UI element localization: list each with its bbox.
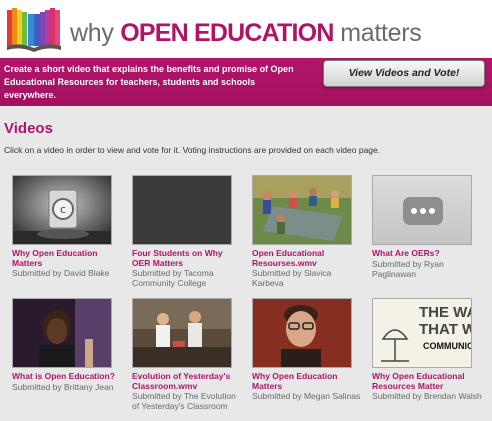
video-card: Open Educational Resourses.wmv Submitted… [252,175,362,288]
video-card: What Are OERs? Submitted by Ryan Paglina… [372,175,482,279]
video-card: Four Students on Why OER Matters Submitt… [132,175,242,288]
video-thumbnail[interactable] [12,298,112,368]
svg-text:c: c [60,203,66,216]
video-submitter: Submitted by Slavica Karbeva [252,268,332,288]
video-thumbnail-image: c [13,176,111,244]
video-card: What is Open Education? Submitted by Bri… [12,298,122,392]
video-thumbnail-image [253,176,351,244]
video-card: THE WA THAT W COMMUNICA Why Open Educati… [372,298,482,401]
videos-instructions: Click on a video in order to view and vo… [4,145,381,155]
video-title[interactable]: Evolution of Yesterday's Classroom.wmv [132,371,242,391]
video-submitter: Submitted by Brittany Jean [12,381,114,392]
video-title[interactable]: Why Open Education Matters [12,248,122,268]
video-title[interactable]: Open Educational Resourses.wmv [252,248,362,268]
header-tagline: Create a short video that explains the b… [4,64,294,100]
video-title[interactable]: Why Open Education Matters [252,371,362,391]
video-submitter: Submitted by Megan Salinas [252,391,361,401]
video-thumbnail-image: THE WA THAT W COMMUNICA [373,299,472,367]
video-thumbnail[interactable] [252,175,352,245]
video-placeholder-icon [403,197,443,225]
video-thumbnail[interactable] [132,298,232,368]
video-thumbnail-image [253,299,351,367]
video-title[interactable]: What is Open Education? [12,371,122,382]
video-submitter: Submitted by Ryan Paglinawan [372,258,444,279]
site-title-matters: matters [340,19,422,47]
video-title[interactable]: Four Students on Why OER Matters [132,248,242,268]
video-card: Why Open Education Matters Submitted by … [252,298,362,401]
video-submitter: Submitted by The Evolution of Yesterday'… [132,391,236,411]
video-thumbnail-image [13,299,111,367]
thumb-text-line: THAT W [419,321,472,338]
video-title[interactable]: Why Open Educational Resources Matter [372,371,482,391]
thumb-text-line: COMMUNICA [423,341,472,351]
site-title[interactable]: why OPEN EDUCATION matters [70,18,422,48]
video-thumbnail-image [133,299,231,367]
video-thumbnail[interactable]: c [12,175,112,245]
video-thumbnail[interactable] [252,298,352,368]
site-title-open-education: OPEN EDUCATION [120,19,334,47]
video-thumbnail[interactable]: THE WA THAT W COMMUNICA [372,298,472,368]
video-submitter: Submitted by Brendan Walsh [372,391,482,401]
video-thumbnail[interactable] [372,175,472,245]
video-submitter: Submitted by David Blake [12,268,110,278]
header-banner: why OPEN EDUCATION matters [0,0,492,58]
video-card: Evolution of Yesterday's Classroom.wmv S… [132,298,242,411]
open-book-logo-icon[interactable] [6,6,62,52]
view-videos-and-vote-button[interactable]: View Videos and Vote! [323,60,485,87]
video-card: c Why Open Education Matters Submitted b… [12,175,122,278]
site-title-why: why [70,19,114,47]
videos-heading: Videos [4,120,53,137]
video-submitter: Submitted by Tacoma Community College [132,268,214,288]
video-title[interactable]: What Are OERs? [372,248,482,259]
site-header: why OPEN EDUCATION matters Create a shor… [0,0,492,106]
video-thumbnail[interactable] [132,175,232,245]
thumb-text-line: THE WA [419,304,472,321]
